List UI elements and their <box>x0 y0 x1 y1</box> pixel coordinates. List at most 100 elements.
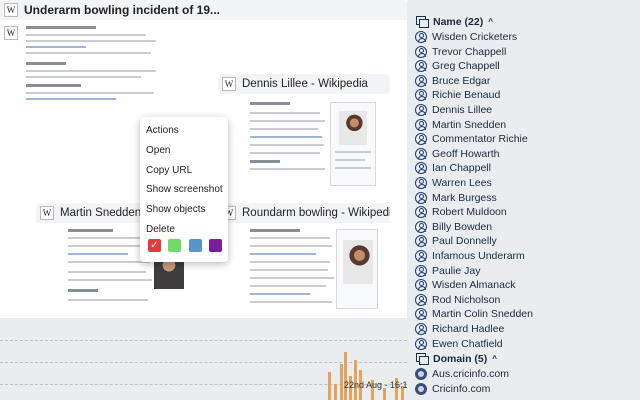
name-label: Ian Chappell <box>432 162 491 175</box>
check-icon: ✓ <box>150 240 159 251</box>
timeline-bar[interactable] <box>340 364 343 400</box>
menu-item-copy-url[interactable]: Copy URL <box>146 165 192 176</box>
name-list-item[interactable]: Trevor Chappell <box>415 44 506 60</box>
stack-icon <box>415 15 429 28</box>
domain-label: Aus.cricinfo.com <box>432 368 510 380</box>
person-icon <box>415 250 427 262</box>
domain-list-item[interactable]: Cricinfo.com <box>415 381 490 397</box>
chevron-up-icon[interactable]: ^ <box>488 17 493 26</box>
name-label: Wisden Cricketers <box>432 31 518 43</box>
person-icon <box>415 104 427 116</box>
color-swatch-blue[interactable] <box>189 239 202 252</box>
name-list-item[interactable]: Ian Chappell <box>415 160 491 176</box>
name-group-header[interactable]: Name (22) ^ <box>415 14 493 29</box>
name-label: Infamous Underarm <box>432 250 525 262</box>
color-swatch-green[interactable] <box>168 239 181 252</box>
person-icon <box>415 220 427 233</box>
name-list-item[interactable]: Infamous Underarm <box>415 248 525 264</box>
name-list-item[interactable]: Billy Bowden <box>415 219 492 235</box>
name-list-item[interactable]: Dennis Lillee <box>415 102 492 118</box>
name-label: Richard Hadlee <box>432 323 505 335</box>
menu-item-delete[interactable]: Delete <box>146 224 175 235</box>
name-list-item[interactable]: Paul Donnelly <box>415 233 497 249</box>
domain-group-label: Domain (5) <box>433 352 488 365</box>
name-label: Greg Chappell <box>432 60 500 73</box>
person-icon <box>415 133 427 146</box>
person-icon <box>415 279 427 292</box>
person-icon <box>415 147 427 160</box>
name-label: Paul Donnelly <box>432 235 497 248</box>
menu-item-open[interactable]: Open <box>146 145 170 156</box>
card-thumbnail <box>218 223 390 318</box>
person-icon <box>415 293 427 306</box>
name-label: Paulie Jay <box>432 264 481 277</box>
name-list-item[interactable]: Mark Burgess <box>415 190 497 206</box>
timeline-date-label: 22nd Aug - 16:12 <box>344 380 413 390</box>
name-list-item[interactable]: Wisden Almanack <box>415 277 515 293</box>
name-label: Bruce Edgar <box>432 74 491 87</box>
color-swatch-purple[interactable] <box>209 239 222 252</box>
domain-icon <box>415 368 427 380</box>
context-menu: Actions Open Copy URL Show screenshot Sh… <box>140 117 228 262</box>
name-label: Richie Benaud <box>432 89 501 102</box>
menu-item-show-objects[interactable]: Show objects <box>146 204 205 215</box>
name-list-item[interactable]: Bruce Edgar <box>415 73 490 89</box>
domain-list-item[interactable]: Aus.cricinfo.com <box>415 366 509 382</box>
name-list-item[interactable]: Robert Muldoon <box>415 204 507 220</box>
name-label: Rod Nicholson <box>432 293 501 306</box>
timeline-bar[interactable] <box>328 372 331 400</box>
name-list-item[interactable]: Greg Chappell <box>415 58 500 74</box>
domain-label: Cricinfo.com <box>432 383 491 395</box>
name-list-item[interactable]: Rod Nicholson <box>415 292 500 308</box>
card-title: Underarm bowling incident of 19... <box>24 3 221 17</box>
timeline-bar[interactable] <box>334 384 337 400</box>
person-icon <box>415 74 427 87</box>
person-icon <box>415 31 427 43</box>
name-list-item[interactable]: Richard Hadlee <box>415 321 504 337</box>
menu-item-show-screenshot[interactable]: Show screenshot <box>146 184 223 195</box>
timeline-bar[interactable] <box>344 352 347 400</box>
person-icon <box>415 235 427 248</box>
domain-group-header[interactable]: Domain (5) ^ <box>415 351 497 366</box>
timeline[interactable]: 22nd Aug - 16:12 <box>0 318 413 400</box>
name-list-item[interactable]: Richie Benaud <box>415 87 500 103</box>
name-list-item[interactable]: Martin Colin Snedden <box>415 306 533 322</box>
name-label: Geoff Howarth <box>432 147 500 160</box>
person-icon <box>415 308 427 321</box>
name-label: Robert Muldoon <box>432 206 507 219</box>
name-list-item[interactable]: Paulie Jay <box>415 263 480 279</box>
name-label: Warren Lees <box>432 177 492 189</box>
name-list-item[interactable]: Warren Lees <box>415 175 492 191</box>
card-title: Dennis Lillee - Wikipedia <box>242 78 368 90</box>
person-icon <box>415 45 427 58</box>
card-dennis-lillee[interactable]: W Dennis Lillee - Wikipedia <box>218 74 390 187</box>
name-list-item[interactable]: Commentator Richie <box>415 131 528 147</box>
name-list-item[interactable]: Wisden Cricketers <box>415 29 517 45</box>
person-icon <box>415 60 427 73</box>
person-icon <box>415 118 427 131</box>
menu-item-actions[interactable]: Actions <box>146 125 179 136</box>
card-roundarm-bowling[interactable]: W Roundarm bowling - Wikipedia <box>218 203 390 318</box>
chevron-up-icon[interactable]: ^ <box>492 354 497 363</box>
entity-panel: Name (22) ^ Wisden Cricketers Trevor Chap… <box>407 0 640 400</box>
person-icon <box>415 177 427 189</box>
stack-icon <box>415 352 429 365</box>
domain-icon <box>415 383 427 395</box>
card-underarm-bowling[interactable]: W Underarm bowling incident of 19... W <box>0 0 407 318</box>
thumbnail-photo <box>339 111 367 145</box>
name-list-item[interactable]: Geoff Howarth <box>415 146 500 162</box>
person-icon <box>415 337 427 350</box>
name-label: Wisden Almanack <box>432 279 516 292</box>
name-list-item[interactable]: Martin Snedden <box>415 117 506 133</box>
wikipedia-icon: W <box>40 206 54 220</box>
wikipedia-icon: W <box>222 77 236 91</box>
person-icon <box>415 206 427 219</box>
color-swatch-red[interactable]: ✓ <box>148 239 161 252</box>
name-label: Martin Colin Snedden <box>432 308 533 321</box>
thumbnail-photo <box>343 240 373 284</box>
name-list-item[interactable]: Ewen Chatfield <box>415 336 503 352</box>
card-title: Roundarm bowling - Wikipedia <box>242 207 390 219</box>
person-icon <box>415 89 427 102</box>
person-icon <box>415 162 427 175</box>
wikipedia-icon: W <box>4 3 18 17</box>
